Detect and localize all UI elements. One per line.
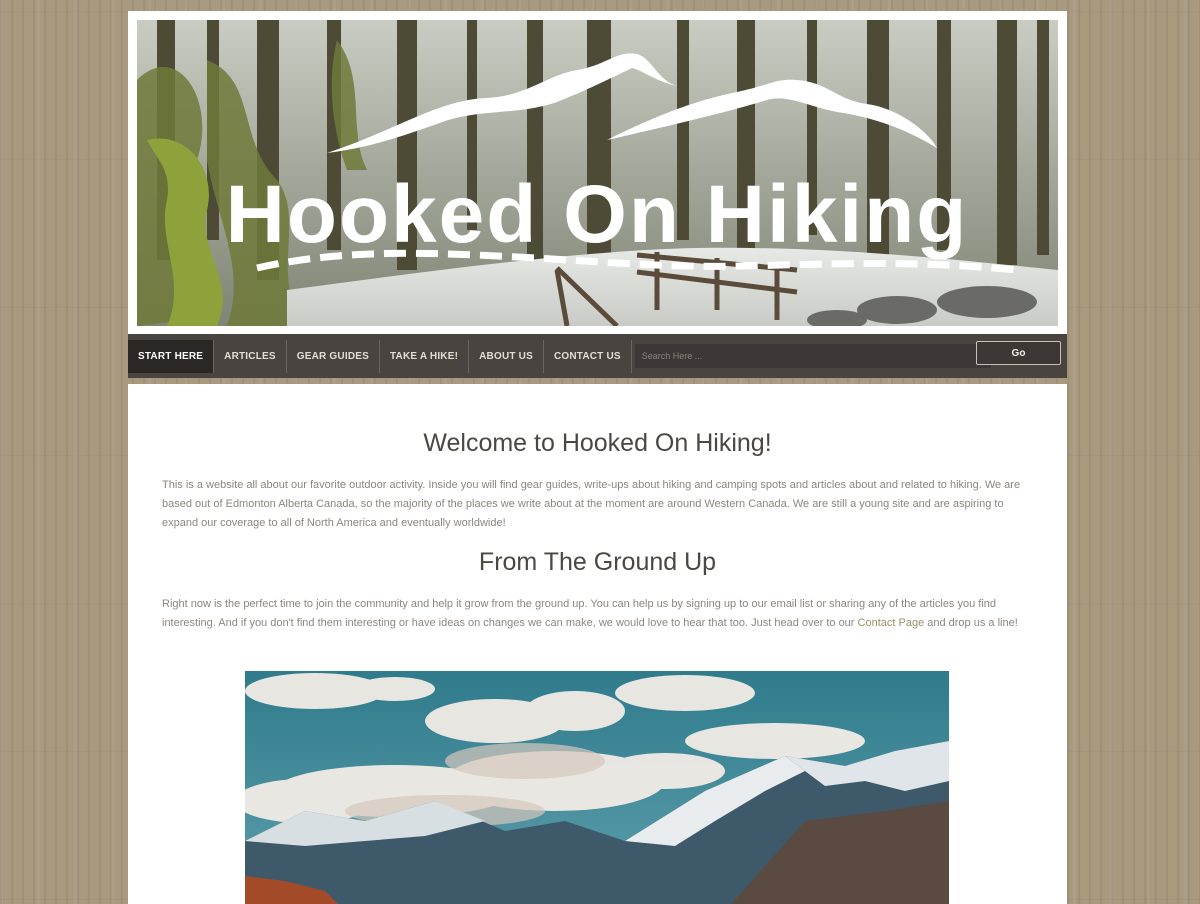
nav-take-a-hike[interactable]: TAKE A HIKE!	[380, 339, 470, 373]
nav-about-us[interactable]: ABOUT US	[469, 339, 544, 373]
intro-paragraph: This is a website all about our favorite…	[162, 479, 1021, 529]
contact-page-link[interactable]: Contact Page	[858, 617, 925, 629]
nav-articles[interactable]: ARTICLES	[214, 339, 287, 373]
nav-contact-us[interactable]: CONTACT US	[544, 339, 632, 373]
main-nav: START HERE ARTICLES GEAR GUIDES TAKE A H…	[128, 334, 1067, 378]
mountain-hero-image	[245, 671, 949, 904]
nav-start-here[interactable]: START HERE	[128, 339, 215, 373]
main-content: Welcome to Hooked On Hiking! This is a w…	[128, 384, 1067, 904]
welcome-heading: Welcome to Hooked On Hiking!	[423, 429, 772, 457]
site-logo: Hooked On Hiking	[226, 169, 969, 260]
search-go-button[interactable]: Go	[976, 341, 1061, 365]
banner-forest-image: Hooked On Hiking	[137, 20, 1058, 326]
mountain-photo	[245, 671, 949, 904]
header: Hooked On Hiking	[128, 11, 1067, 334]
search-input[interactable]	[634, 344, 991, 368]
community-text-2: and drop us a line!	[924, 617, 1018, 629]
nav-gear-guides[interactable]: GEAR GUIDES	[287, 339, 380, 373]
community-paragraph: Right now is the perfect time to join th…	[162, 595, 1028, 633]
ground-up-heading: From The Ground Up	[478, 548, 717, 576]
site-banner[interactable]: Hooked On Hiking	[137, 20, 1058, 326]
